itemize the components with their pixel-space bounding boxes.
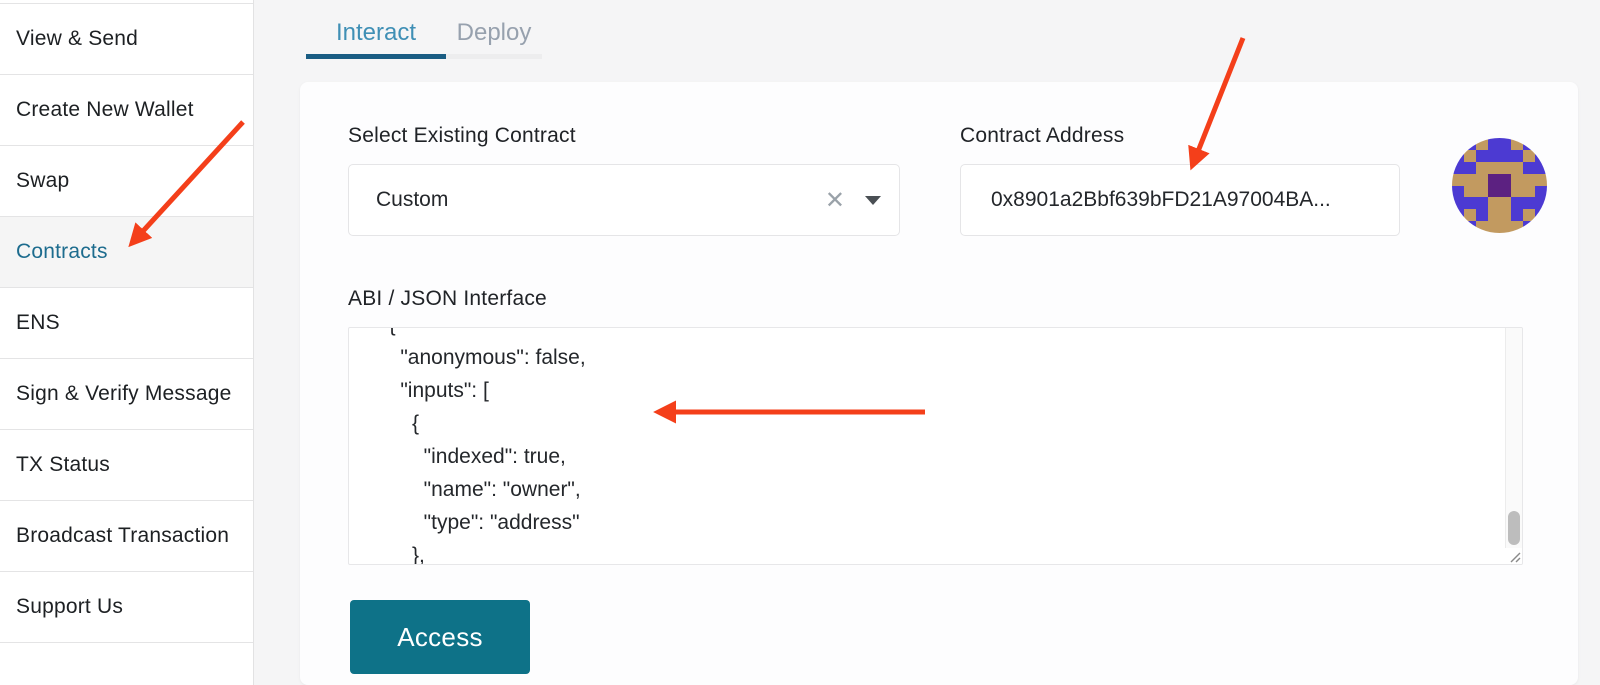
sidebar-item-contracts[interactable]: Contracts [0,217,253,288]
sidebar-item-broadcast-transaction[interactable]: Broadcast Transaction [0,501,253,572]
abi-content[interactable]: { "anonymous": false, "inputs": [ { "ind… [349,327,1502,565]
tab-interact[interactable]: Interact [306,12,446,54]
tab-inactive-underline [446,54,542,59]
tab-label: Deploy [457,19,532,47]
sidebar-item-tx-status[interactable]: TX Status [0,430,253,501]
sidebar-item-sign-verify-message[interactable]: Sign & Verify Message [0,359,253,430]
tab-deploy[interactable]: Deploy [446,12,542,54]
existing-contract-select[interactable]: Custom ✕ [348,164,900,236]
access-button[interactable]: Access [350,600,530,674]
tab-active-underline [306,54,446,59]
clear-selection-icon[interactable]: ✕ [817,186,853,215]
address-identicon [1452,138,1547,233]
selected-contract-value: Custom [376,188,817,212]
abi-scrollbar-thumb[interactable] [1508,511,1520,545]
sidebar-item-create-new-wallet[interactable]: Create New Wallet [0,75,253,146]
sidebar-item-label: TX Status [16,453,110,477]
sidebar-item-label: View & Send [16,27,138,51]
sidebar: View & Send Create New Wallet Swap Contr… [0,0,254,685]
sidebar-item-label: Create New Wallet [16,98,194,122]
sidebar-item-label: ENS [16,311,60,335]
select-contract-label: Select Existing Contract [348,124,576,148]
sidebar-item-label: Support Us [16,595,123,619]
sidebar-item-label: Swap [16,169,69,193]
sidebar-item-view-send[interactable]: View & Send [0,4,253,75]
contracts-page: View & Send Create New Wallet Swap Contr… [0,0,1600,685]
sidebar-item-swap[interactable]: Swap [0,146,253,217]
contract-address-label: Contract Address [960,124,1124,148]
sidebar-item-label: Sign & Verify Message [16,382,231,406]
abi-json-label: ABI / JSON Interface [348,287,547,311]
tab-label: Interact [336,19,416,47]
abi-scrollbar[interactable] [1505,328,1522,548]
sidebar-item-ens[interactable]: ENS [0,288,253,359]
abi-textarea[interactable]: { "anonymous": false, "inputs": [ { "ind… [348,327,1523,565]
sidebar-item-support-us[interactable]: Support Us [0,572,253,643]
resize-handle-icon[interactable] [1506,548,1522,564]
contract-address-input[interactable] [960,164,1400,236]
sidebar-item-label: Contracts [16,240,108,264]
chevron-down-icon[interactable] [865,196,881,205]
sidebar-item-label: Broadcast Transaction [16,524,229,548]
